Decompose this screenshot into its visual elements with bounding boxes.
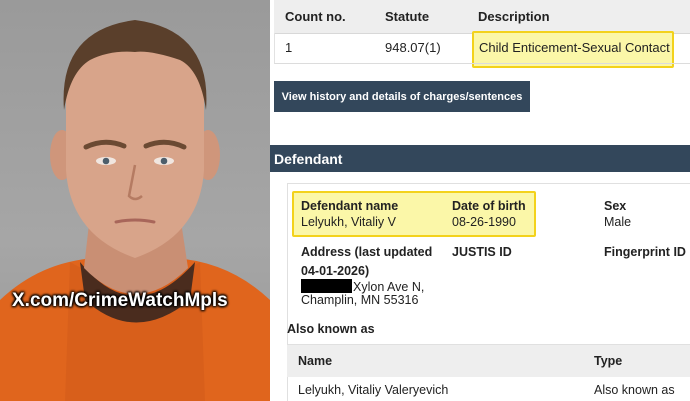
column-type: Type [594, 354, 623, 368]
description-cell: Child Enticement-Sexual Contact [479, 40, 670, 55]
address-line-1: Xylon Ave N, [301, 279, 424, 294]
redaction-block [301, 279, 352, 293]
sex-value: Male [604, 215, 632, 229]
count-cell: 1 [285, 40, 293, 55]
statute-cell: 948.07(1) [385, 40, 441, 55]
table-row: 1 948.07(1) Child Enticement-Sexual Cont… [274, 33, 690, 64]
charges-table-header: Count no. Statute Description [274, 0, 690, 34]
justis-id-label: JUSTIS ID [452, 245, 512, 259]
defendant-name-value: Lelyukh, Vitaliy V [301, 215, 396, 229]
fingerprint-id-label: Fingerprint ID [604, 245, 686, 259]
mugshot-photo: X.com/CrimeWatchMpls [0, 0, 270, 401]
dob-value: 08-26-1990 [452, 215, 516, 229]
mugshot-illustration [0, 20, 270, 401]
sex-label: Sex [604, 199, 627, 213]
aka-title: Also known as [287, 322, 375, 336]
aka-name-cell: Lelyukh, Vitaliy Valeryevich [298, 383, 449, 397]
address-updated-date: 04-01-2026) [301, 264, 370, 278]
aka-type-cell: Also known as [594, 383, 675, 397]
defendant-section-header: Defendant [270, 145, 690, 172]
view-history-button[interactable]: View history and details of charges/sent… [274, 81, 530, 112]
dob-label: Date of birth [452, 199, 526, 213]
address-label: Address (last updated [301, 245, 433, 259]
column-count-no: Count no. [285, 9, 346, 24]
column-description: Description [478, 9, 550, 24]
address-street: Xylon Ave N, [353, 280, 425, 294]
aka-table-header: Name Type [287, 344, 690, 377]
column-statute: Statute [385, 9, 430, 24]
address-line-2: Champlin, MN 55316 [301, 293, 419, 307]
defendant-name-label: Defendant name [301, 199, 399, 213]
defendant-highlight [292, 191, 536, 237]
column-name: Name [298, 354, 333, 368]
case-details-panel: Count no. Statute Description 1 948.07(1… [270, 0, 690, 401]
section-title: Defendant [274, 151, 343, 167]
watermark-text: X.com/CrimeWatchMpls [12, 290, 228, 311]
